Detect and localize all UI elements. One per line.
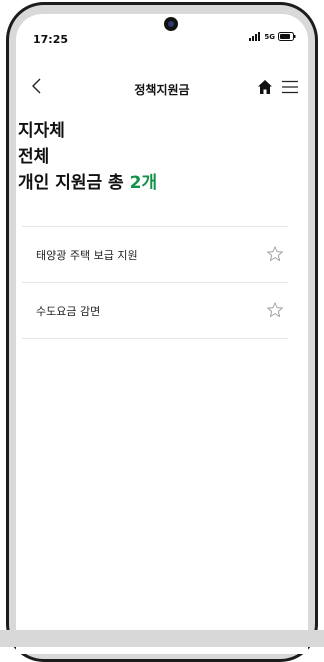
list-item-label: 수도요금 감면 bbox=[36, 305, 101, 318]
battery-icon bbox=[278, 32, 296, 41]
star-outline-icon[interactable] bbox=[266, 245, 284, 263]
scope-label: 전체 bbox=[18, 147, 50, 167]
support-list: 태양광 주택 보급 지원 수도요금 감면 bbox=[22, 226, 288, 339]
screen-bottom-edge bbox=[0, 630, 324, 647]
hamburger-menu-icon bbox=[282, 80, 298, 94]
home-button[interactable] bbox=[256, 78, 274, 96]
list-item-label: 태양광 주택 보급 지원 bbox=[36, 249, 138, 262]
app-header: 정책지원금 bbox=[16, 70, 308, 106]
status-time: 17:25 bbox=[33, 33, 69, 46]
home-icon bbox=[258, 80, 272, 94]
menu-button[interactable] bbox=[280, 78, 300, 96]
count-line: 개인 지원금 총 2개 bbox=[18, 170, 157, 196]
count-value: 2개 bbox=[129, 173, 158, 193]
front-camera bbox=[164, 17, 178, 31]
status-bar: 17:25 5G bbox=[16, 14, 308, 58]
list-item[interactable]: 태양광 주택 보급 지원 bbox=[22, 227, 288, 283]
chevron-left-icon bbox=[32, 78, 41, 94]
signal-icon bbox=[249, 32, 261, 41]
network-type: 5G bbox=[264, 32, 275, 41]
region-label: 지자체 bbox=[18, 121, 65, 141]
summary-heading: 지자체 전체 개인 지원금 총 2개 bbox=[18, 118, 157, 196]
star-outline-icon[interactable] bbox=[266, 301, 284, 319]
count-prefix: 개인 지원금 총 bbox=[18, 173, 130, 193]
back-button[interactable] bbox=[28, 74, 48, 98]
list-item[interactable]: 수도요금 감면 bbox=[22, 283, 288, 339]
status-indicators: 5G bbox=[249, 32, 296, 41]
